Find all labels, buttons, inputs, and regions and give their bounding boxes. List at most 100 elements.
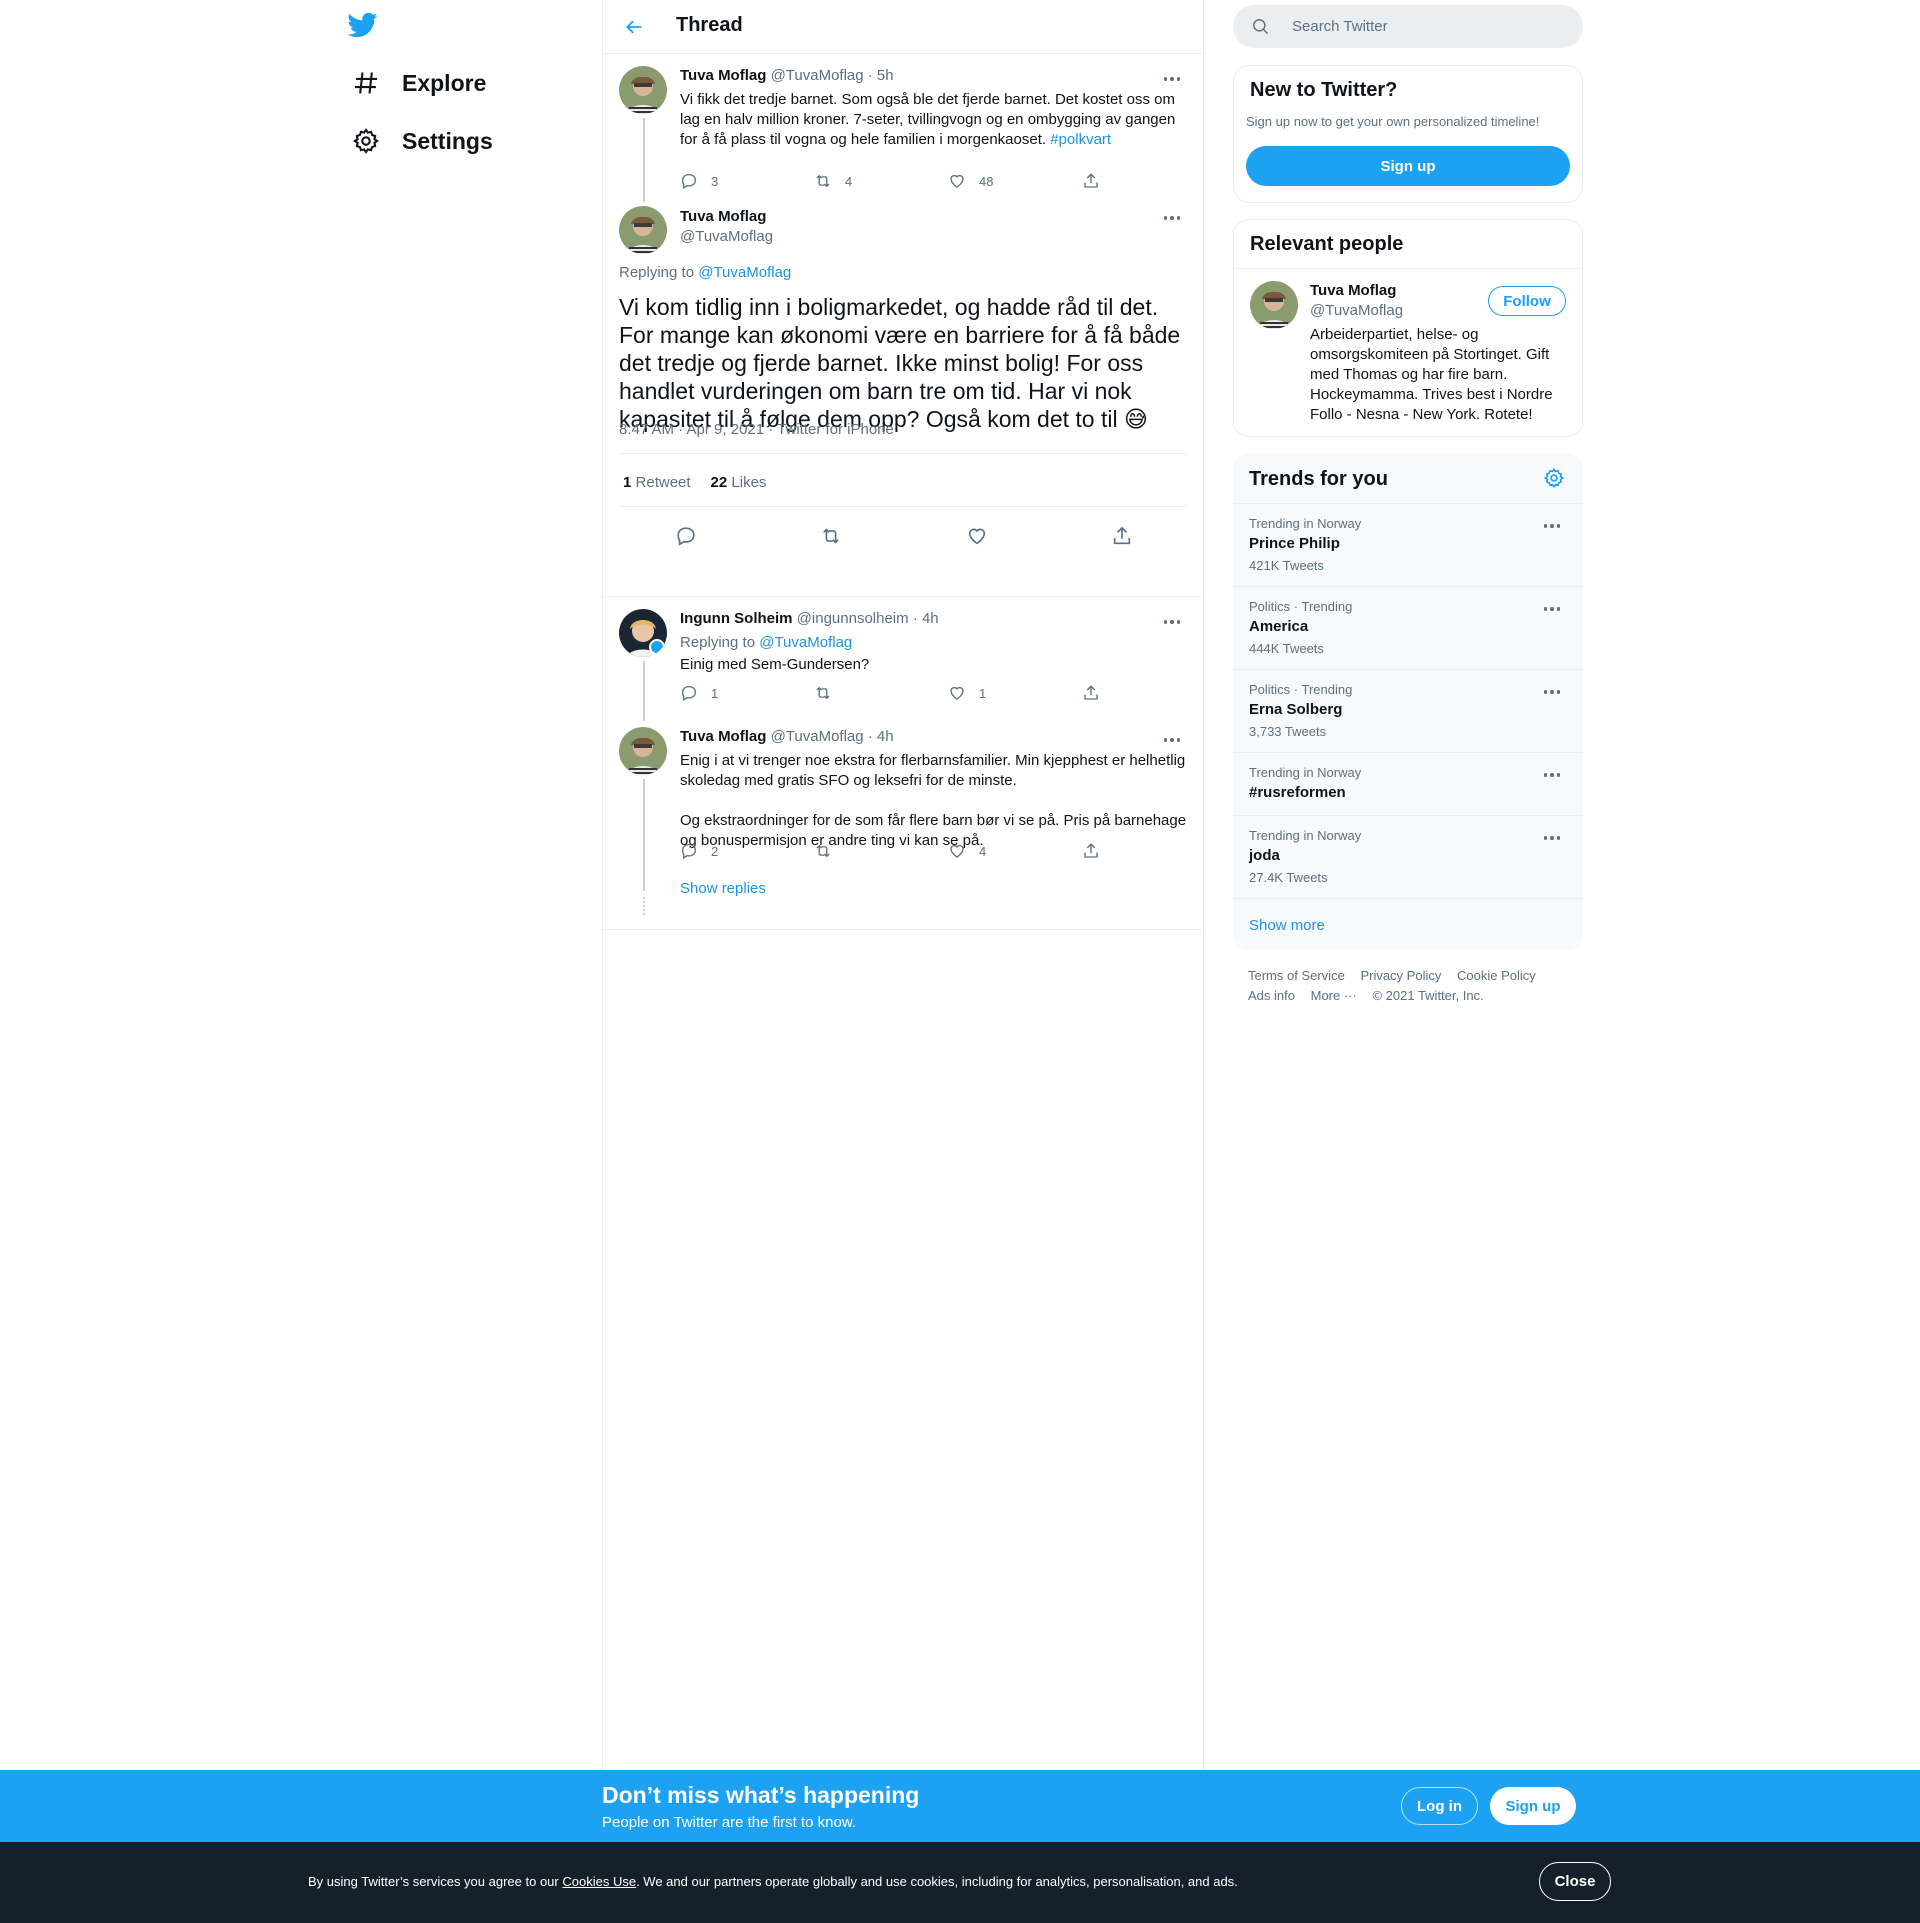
reply-icon: [681, 685, 697, 701]
heart-icon: [950, 844, 964, 858]
tweet-timestamp[interactable]: 8:47 AM · Apr 9, 2021 · Twitter for iPho…: [619, 421, 894, 438]
retweet-stat[interactable]: 1 Retweet: [623, 474, 691, 491]
cookie-policy-link[interactable]: Cookie Policy: [1457, 968, 1536, 983]
avatar[interactable]: [619, 609, 667, 657]
retweet-icon: [816, 686, 830, 700]
tweet-text: Einig med Sem-Gundersen?: [680, 656, 870, 673]
search-box[interactable]: [1233, 5, 1583, 48]
retweet-button[interactable]: [820, 525, 844, 549]
reply-tweet[interactable]: Tuva Moflag @TuvaMoflag · 4h Enig i at v…: [603, 719, 1203, 930]
share-button[interactable]: [1082, 841, 1100, 861]
author-name[interactable]: Tuva Moflag: [680, 208, 766, 225]
person-handle[interactable]: @TuvaMoflag: [1310, 302, 1403, 319]
more-options-icon[interactable]: [1159, 612, 1185, 632]
heart-icon: [950, 174, 964, 188]
avatar[interactable]: [619, 206, 667, 254]
more-options-icon[interactable]: [1539, 765, 1565, 785]
retweet-button[interactable]: [814, 841, 948, 861]
like-button[interactable]: 48: [948, 171, 1082, 191]
trend-count: 444K Tweets: [1249, 641, 1324, 656]
share-icon: [1084, 685, 1098, 700]
more-options-icon[interactable]: [1159, 69, 1185, 89]
sign-up-button[interactable]: Sign up: [1246, 146, 1570, 186]
log-in-button[interactable]: Log in: [1401, 1787, 1478, 1825]
more-options-icon[interactable]: [1539, 682, 1565, 702]
trends-card: Trends for you Trending in Norway Prince…: [1233, 453, 1583, 950]
follow-button[interactable]: Follow: [1488, 286, 1566, 316]
cookie-bar: By using Twitter’s services you agree to…: [0, 1842, 1920, 1923]
more-link[interactable]: More ···: [1311, 988, 1357, 1003]
more-options-icon[interactable]: [1539, 516, 1565, 536]
like-button[interactable]: [966, 525, 990, 549]
more-options-icon[interactable]: [1539, 599, 1565, 619]
likes-stat[interactable]: 22 Likes: [711, 474, 767, 491]
tweet-actions: [675, 525, 1135, 549]
sign-up-button[interactable]: Sign up: [1490, 1787, 1576, 1825]
avatar[interactable]: [619, 727, 667, 775]
search-input[interactable]: [1290, 17, 1564, 36]
ads-info-link[interactable]: Ads info: [1248, 988, 1295, 1003]
share-button[interactable]: [1082, 171, 1100, 191]
show-replies-link[interactable]: Show replies: [680, 880, 766, 897]
like-button[interactable]: 4: [948, 841, 1082, 861]
close-button[interactable]: Close: [1539, 1862, 1611, 1901]
person-name[interactable]: Tuva Moflag: [1310, 282, 1396, 299]
reply-button[interactable]: 1: [680, 683, 814, 703]
more-options-icon[interactable]: [1159, 208, 1185, 228]
retweet-button[interactable]: 4: [814, 171, 948, 191]
more-options-icon[interactable]: [1159, 730, 1185, 750]
cookies-use-link[interactable]: Cookies Use: [562, 1874, 636, 1889]
replying-to-link[interactable]: @TuvaMoflag: [759, 634, 852, 651]
reply-icon: [677, 527, 695, 546]
more-options-icon[interactable]: [1539, 828, 1565, 848]
hashtag-link[interactable]: #polkvart: [1050, 131, 1111, 148]
privacy-link[interactable]: Privacy Policy: [1360, 968, 1441, 983]
twitter-logo-icon[interactable]: [347, 10, 380, 42]
trend-settings-button[interactable]: [1543, 467, 1567, 491]
trend-count: 3,733 Tweets: [1249, 724, 1327, 739]
share-button[interactable]: [1082, 683, 1100, 703]
back-button[interactable]: [619, 12, 649, 42]
author-name[interactable]: Tuva Moflag: [680, 728, 766, 745]
author-name[interactable]: Ingunn Solheim: [680, 610, 793, 627]
reply-button[interactable]: 2: [680, 841, 814, 861]
divider: [1234, 268, 1582, 269]
tweet-text: Vi fikk det tredje barnet. Som også ble …: [680, 91, 1180, 148]
replying-to-link[interactable]: @TuvaMoflag: [698, 264, 791, 281]
tweet-parent[interactable]: Tuva Moflag @TuvaMoflag · 5h Vi fikk det…: [603, 54, 1203, 198]
trend-item[interactable]: Politics · Trending Erna Solberg 3,733 T…: [1233, 669, 1583, 753]
reply-button[interactable]: 3: [680, 171, 814, 191]
nav-settings[interactable]: Settings: [352, 113, 493, 169]
reply-tweet[interactable]: Ingunn Solheim @ingunnsolheim · 4h Reply…: [603, 597, 1203, 721]
avatar[interactable]: [619, 66, 667, 114]
author-name[interactable]: Tuva Moflag: [680, 67, 766, 84]
share-button[interactable]: [1111, 525, 1135, 549]
trend-count: 421K Tweets: [1249, 558, 1324, 573]
retweet-count: 4: [845, 173, 853, 189]
tweet-stats: 1 Retweet 22 Likes: [623, 474, 766, 491]
tweet-actions: 1 1: [680, 683, 1100, 703]
terms-link[interactable]: Terms of Service: [1248, 968, 1345, 983]
trend-item[interactable]: Trending in Norway #rusreformen: [1233, 752, 1583, 816]
tweet-focused: Tuva Moflag @TuvaMoflag Replying to @Tuv…: [603, 194, 1203, 597]
trend-item[interactable]: Trending in Norway Prince Philip 421K Tw…: [1233, 503, 1583, 587]
avatar[interactable]: [1250, 281, 1298, 329]
reply-icon: [681, 843, 697, 859]
retweet-button[interactable]: [814, 683, 948, 703]
share-icon: [1113, 526, 1131, 545]
author-handle-time: @TuvaMoflag · 5h: [770, 67, 894, 84]
heart-icon: [950, 686, 964, 700]
copyright: © 2021 Twitter, Inc.: [1372, 988, 1484, 1003]
author-handle[interactable]: @TuvaMoflag: [680, 228, 773, 245]
trend-item[interactable]: Trending in Norway joda 27.4K Tweets: [1233, 815, 1583, 899]
thread-connector: [643, 194, 645, 202]
trend-item[interactable]: Politics · Trending America 444K Tweets: [1233, 586, 1583, 670]
author-handle-time: @ingunnsolheim · 4h: [796, 610, 939, 627]
emoji-sweat-smile: 😅: [1123, 406, 1148, 432]
trend-category: Trending in Norway: [1249, 828, 1362, 843]
like-button[interactable]: 1: [948, 683, 1082, 703]
show-more-link[interactable]: Show more: [1233, 898, 1583, 950]
reply-button[interactable]: [675, 525, 699, 549]
promo-subtitle: People on Twitter are the first to know.: [602, 1814, 857, 1831]
nav-explore[interactable]: Explore: [352, 55, 486, 111]
